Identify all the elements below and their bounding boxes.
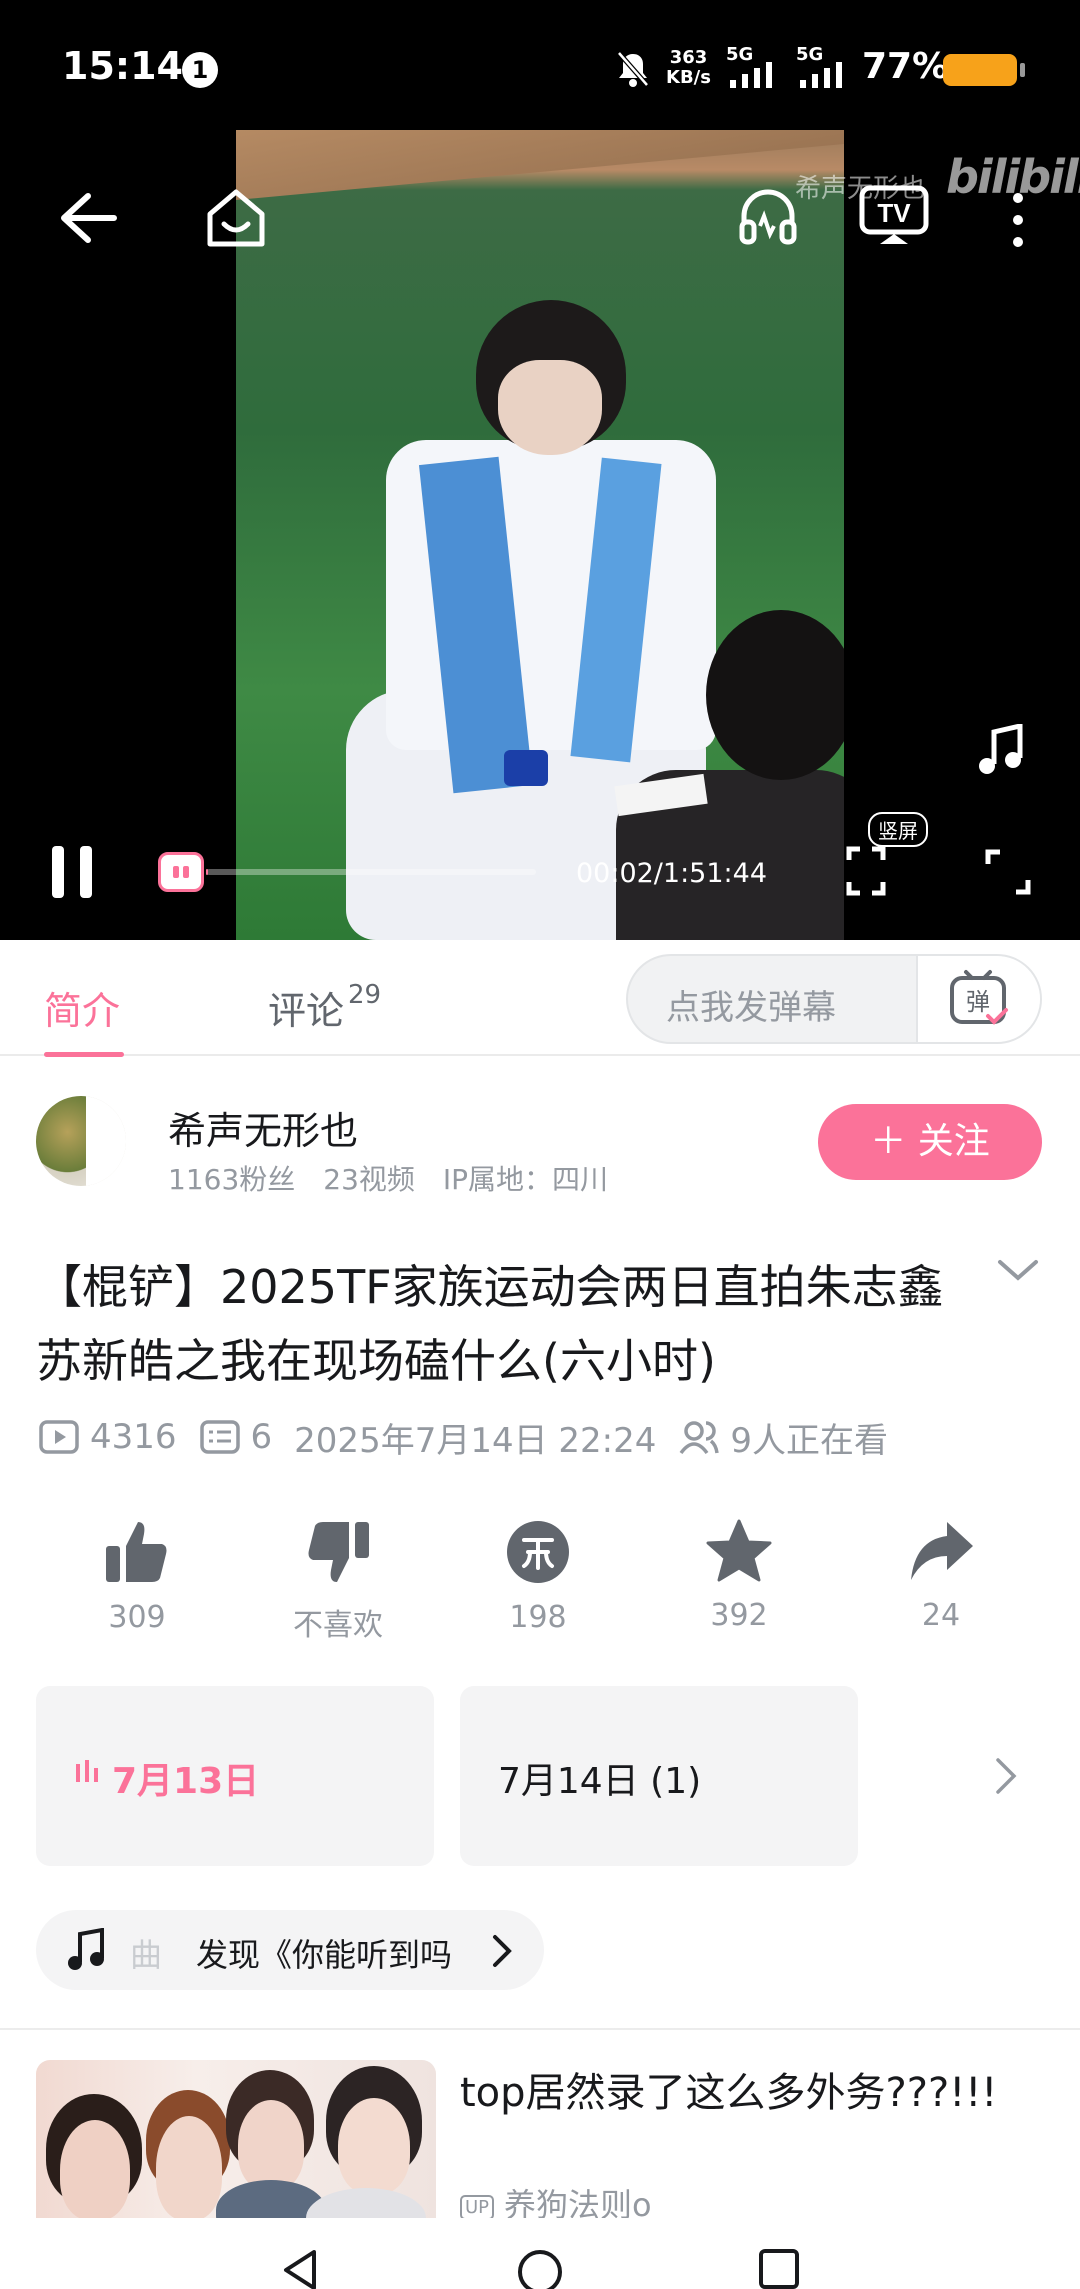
danmaku-count: 6 xyxy=(250,1417,273,1457)
music-note-icon[interactable] xyxy=(976,724,1024,776)
watching-count: 9人正在看 xyxy=(730,1420,889,1461)
status-time: 15:14 xyxy=(62,44,183,88)
vertical-screen-label: 竖屏 xyxy=(868,812,928,847)
vertical-screen-icon[interactable] xyxy=(846,846,886,896)
episode-label: 7月13日 xyxy=(112,1761,260,1802)
danmaku-settings-button[interactable]: 弹 xyxy=(916,956,1040,1042)
tab-indicator xyxy=(44,1052,124,1057)
danmaku-count-icon xyxy=(199,1420,240,1454)
share-button[interactable]: 24 xyxy=(856,1518,1026,1633)
danmaku-icon: 弹 xyxy=(950,970,1008,1025)
video-player[interactable]: 15:14 1 363 KB/s 5G 5G 77% 希声无形也 bilibil… xyxy=(0,0,1080,940)
fullscreen-icon[interactable] xyxy=(984,848,1032,896)
music-text: 发现《你能听到吗 xyxy=(196,1936,453,1974)
recommendation-thumbnail[interactable] xyxy=(36,2060,436,2220)
recommendation-uploader-name: 养狗法则o xyxy=(504,2186,652,2220)
section-divider xyxy=(0,2028,1080,2030)
danmaku-input[interactable]: 点我发弹幕 xyxy=(666,980,836,1029)
music-discovery-pill[interactable]: 曲 发现《你能听到吗 xyxy=(36,1910,544,1990)
danmaku-input-box[interactable]: 点我发弹幕 弹 xyxy=(626,954,1042,1044)
episode-item[interactable]: 7月14日 (1) xyxy=(460,1686,858,1866)
video-frame[interactable] xyxy=(236,130,844,940)
chevron-right-icon[interactable] xyxy=(994,1756,1018,1796)
like-count: 309 xyxy=(108,1600,166,1635)
like-button[interactable]: 309 xyxy=(52,1518,222,1635)
episode-item-active[interactable]: 7月13日 xyxy=(36,1686,434,1866)
uploader-meta: 1163粉丝 23视频 IP属地：四川 xyxy=(168,1163,609,1196)
progress-bar[interactable] xyxy=(206,869,536,875)
tab-bar: 简介 评论 29 点我发弹幕 弹 xyxy=(0,940,1080,1057)
nav-recents-icon[interactable] xyxy=(758,2248,800,2289)
publish-date: 2025年7月14日 22:24 xyxy=(294,1420,657,1461)
uploader-name[interactable]: 希声无形也 xyxy=(168,1100,358,1155)
recommendation-uploader: UP 养狗法则o xyxy=(460,2180,652,2220)
music-note-icon xyxy=(68,1928,104,1970)
battery-icon xyxy=(943,54,1025,86)
share-count: 24 xyxy=(921,1598,961,1633)
svg-text:弹: 弹 xyxy=(966,988,990,1016)
coin-icon xyxy=(507,1521,569,1583)
episode-label: 7月14日 (1) xyxy=(498,1761,702,1802)
video-stats: 4316 6 2025年7月14日 22:24 9人正在看 xyxy=(38,1414,910,1461)
comments-count: 29 xyxy=(348,980,382,1010)
chevron-right-icon xyxy=(493,1935,512,1967)
tab-comments[interactable]: 评论 29 xyxy=(268,980,381,1035)
nav-back-icon[interactable] xyxy=(280,2248,320,2289)
play-count-icon xyxy=(39,1420,79,1454)
thumb-down-icon xyxy=(308,1522,369,1582)
system-nav-bar xyxy=(0,2218,1080,2289)
coin-count: 198 xyxy=(509,1600,567,1635)
svg-text:TV: TV xyxy=(877,198,911,228)
view-count: 4316 xyxy=(90,1417,177,1457)
video-title: 【棍铲】2025TF家族运动会两日直拍朱志鑫苏新皓之我在现场磕什么(六小时) xyxy=(36,1260,944,1388)
home-icon[interactable] xyxy=(204,186,268,250)
more-icon[interactable] xyxy=(1008,192,1028,248)
recommendation-title[interactable]: top居然录了这么多外务???!!! xyxy=(460,2066,1020,2120)
back-icon[interactable] xyxy=(58,190,118,246)
battery-percent: 77% xyxy=(862,46,949,87)
notification-badge: 1 xyxy=(182,52,218,88)
star-icon xyxy=(706,1519,772,1582)
playing-bars-icon xyxy=(76,1760,98,1782)
favorite-count: 392 xyxy=(710,1598,768,1633)
signal-icon xyxy=(730,62,772,88)
tv-cast-icon[interactable]: TV xyxy=(858,184,930,248)
time-display: 00:02/1:51:44 xyxy=(576,858,767,889)
status-bar: 15:14 1 363 KB/s 5G 5G 77% xyxy=(0,0,1080,130)
dislike-button[interactable]: 不喜欢 xyxy=(253,1518,423,1644)
progress-fill xyxy=(206,869,208,875)
headphones-icon[interactable] xyxy=(736,184,800,248)
favorite-button[interactable]: 392 xyxy=(654,1518,824,1633)
tab-intro[interactable]: 简介 xyxy=(44,980,120,1035)
music-category: 曲 xyxy=(130,1936,163,1974)
up-badge-icon: UP xyxy=(460,2194,495,2220)
follow-button[interactable]: ＋ 关注 xyxy=(818,1104,1042,1180)
share-icon xyxy=(911,1522,973,1580)
uploader-avatar[interactable] xyxy=(36,1096,126,1186)
watching-icon xyxy=(679,1421,720,1455)
net-speed: 363 KB/s xyxy=(666,47,711,88)
progress-thumb[interactable] xyxy=(158,852,204,892)
nav-home-icon[interactable] xyxy=(516,2248,564,2289)
coin-button[interactable]: 198 xyxy=(453,1518,623,1635)
dislike-label: 不喜欢 xyxy=(293,1608,383,1643)
pause-icon[interactable] xyxy=(50,844,96,900)
mute-bell-icon xyxy=(617,51,649,87)
signal-icon-2 xyxy=(800,62,842,88)
thumb-up-icon xyxy=(106,1522,167,1582)
chevron-down-icon[interactable] xyxy=(996,1256,1040,1286)
